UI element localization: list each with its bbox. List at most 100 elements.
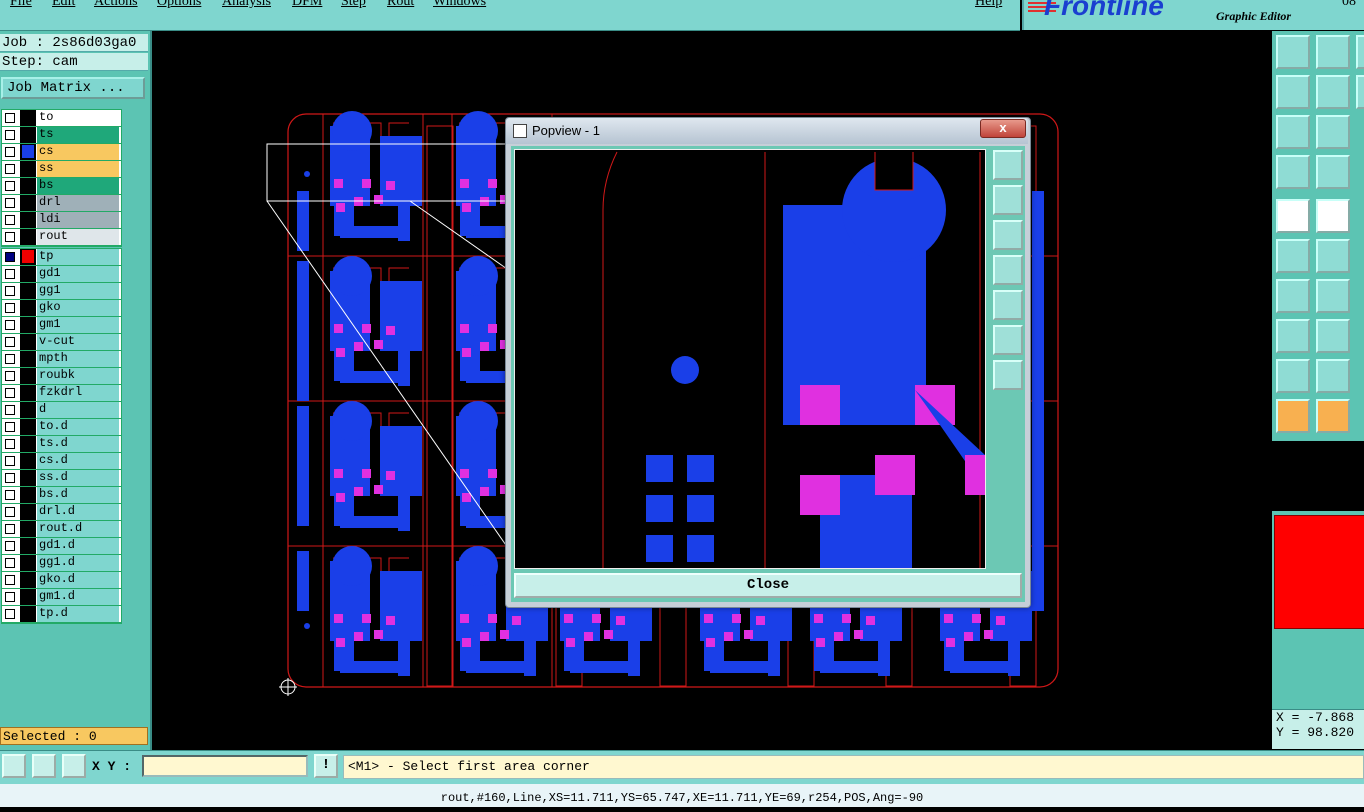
layer-row[interactable]: gd1.d: [2, 538, 121, 555]
layer-checkbox[interactable]: [5, 337, 15, 347]
layer-color-swatch[interactable]: [20, 504, 36, 520]
layer-checkbox[interactable]: [5, 252, 15, 262]
layer-checkbox[interactable]: [5, 456, 15, 466]
layer-name[interactable]: ss: [37, 161, 119, 177]
layer-row[interactable]: tp: [2, 249, 121, 266]
menu-dfm[interactable]: DFM: [292, 0, 322, 10]
layer-checkbox[interactable]: [5, 354, 15, 364]
menu-file[interactable]: File: [10, 0, 32, 10]
layer-row[interactable]: tp.d: [2, 606, 121, 623]
xy-input[interactable]: [142, 755, 308, 777]
layer-checkbox[interactable]: [5, 575, 15, 585]
measure-icon[interactable]: [1276, 155, 1310, 189]
layer-color-swatch[interactable]: [20, 195, 36, 211]
layer-row[interactable]: roubk: [2, 368, 121, 385]
layer-name[interactable]: ss.d: [37, 470, 119, 486]
layer-color-swatch[interactable]: [20, 521, 36, 537]
layer-checkbox[interactable]: [5, 320, 15, 330]
layer-color-swatch[interactable]: [20, 419, 36, 435]
layer-name[interactable]: gm1: [37, 317, 119, 333]
layer-name[interactable]: cs: [37, 144, 119, 160]
pv-zoom-out-icon[interactable]: [993, 220, 1023, 250]
zoom-home-icon[interactable]: [1316, 115, 1350, 149]
layer-checkbox[interactable]: [5, 232, 15, 242]
layer-color-swatch[interactable]: [20, 334, 36, 350]
layer-color-swatch[interactable]: [20, 385, 36, 401]
layer-color-swatch[interactable]: [20, 606, 36, 622]
layer-checkbox[interactable]: [5, 164, 15, 174]
layer-name[interactable]: v-cut: [37, 334, 119, 350]
layer-name[interactable]: d: [37, 402, 119, 418]
layer-name[interactable]: tp: [37, 249, 119, 265]
layer-row[interactable]: mpth: [2, 351, 121, 368]
net-tool-icon[interactable]: [1276, 239, 1310, 273]
layer-row[interactable]: drl: [2, 195, 121, 212]
layer-name[interactable]: gd1: [37, 266, 119, 282]
layer-row[interactable]: gg1.d: [2, 555, 121, 572]
layer-color-swatch[interactable]: [20, 300, 36, 316]
info-icon[interactable]: !: [314, 754, 338, 778]
layer-color-swatch[interactable]: [20, 538, 36, 554]
triangle-tool-icon[interactable]: [1276, 359, 1310, 393]
angle-tool-icon[interactable]: [1276, 279, 1310, 313]
cross-tool-icon[interactable]: [1316, 239, 1350, 273]
layer-color-swatch[interactable]: [20, 555, 36, 571]
pv-zoom-window-icon[interactable]: [993, 150, 1023, 180]
layer-name[interactable]: fzkdrl: [37, 385, 119, 401]
layer-color-swatch[interactable]: [20, 161, 36, 177]
layer-color-swatch[interactable]: [20, 249, 36, 265]
layer-row[interactable]: gg1: [2, 283, 121, 300]
layer-color-swatch[interactable]: [20, 487, 36, 503]
layer-name[interactable]: to.d: [37, 419, 119, 435]
layer-checkbox[interactable]: [5, 490, 15, 500]
layer-checkbox[interactable]: [5, 198, 15, 208]
layer-name[interactable]: gko.d: [37, 572, 119, 588]
layer-row[interactable]: gm1.d: [2, 589, 121, 606]
layer-row[interactable]: gd1: [2, 266, 121, 283]
layer-color-swatch[interactable]: [20, 351, 36, 367]
select-box-icon[interactable]: [1316, 399, 1350, 433]
layer-color-swatch[interactable]: [20, 229, 36, 245]
layer-checkbox[interactable]: [5, 422, 15, 432]
layer-name[interactable]: ts: [37, 127, 119, 143]
popview-canvas[interactable]: [514, 149, 986, 569]
menu-windows[interactable]: Windows: [433, 0, 486, 10]
layer-checkbox[interactable]: [5, 405, 15, 415]
layer-row[interactable]: gm1: [2, 317, 121, 334]
pointer-mode-icon[interactable]: [2, 754, 26, 778]
layer-row[interactable]: cs.d: [2, 453, 121, 470]
select-arrow-icon[interactable]: [1276, 399, 1310, 433]
minimap-board[interactable]: [1274, 515, 1364, 629]
layer-row[interactable]: drl.d: [2, 504, 121, 521]
layer-checkbox[interactable]: [5, 473, 15, 483]
layer-checkbox[interactable]: [5, 286, 15, 296]
layer-checkbox[interactable]: [5, 147, 15, 157]
segment-tool-icon[interactable]: [1316, 319, 1350, 353]
layer-name[interactable]: drl.d: [37, 504, 119, 520]
layer-checkbox[interactable]: [5, 113, 15, 123]
layer-checkbox[interactable]: [5, 609, 15, 619]
layer-color-swatch[interactable]: [20, 453, 36, 469]
menu-options[interactable]: Options: [157, 0, 201, 10]
layer-color-swatch[interactable]: [20, 368, 36, 384]
layer-checkbox[interactable]: [5, 303, 15, 313]
layer-name[interactable]: gg1: [37, 283, 119, 299]
layer-row[interactable]: d: [2, 402, 121, 419]
layer-row[interactable]: bs.d: [2, 487, 121, 504]
layer-checkbox[interactable]: [5, 130, 15, 140]
layer-checkbox[interactable]: [5, 524, 15, 534]
layer-name[interactable]: drl: [37, 195, 119, 211]
layer-checkbox[interactable]: [5, 388, 15, 398]
layer-checkbox[interactable]: [5, 371, 15, 381]
layer-row[interactable]: v-cut: [2, 334, 121, 351]
layer-name[interactable]: gg1.d: [37, 555, 119, 571]
angle-mode-icon[interactable]: [32, 754, 56, 778]
layer-name[interactable]: gm1.d: [37, 589, 119, 605]
layer-name[interactable]: gd1.d: [37, 538, 119, 554]
layer-name[interactable]: rout.d: [37, 521, 119, 537]
pv-pan-right-icon[interactable]: [993, 290, 1023, 320]
layer-name[interactable]: rout: [37, 229, 119, 245]
pan-right-icon[interactable]: [1316, 75, 1350, 109]
pad-tool-icon[interactable]: [1276, 199, 1310, 233]
zoom-in-icon[interactable]: [1276, 35, 1310, 69]
